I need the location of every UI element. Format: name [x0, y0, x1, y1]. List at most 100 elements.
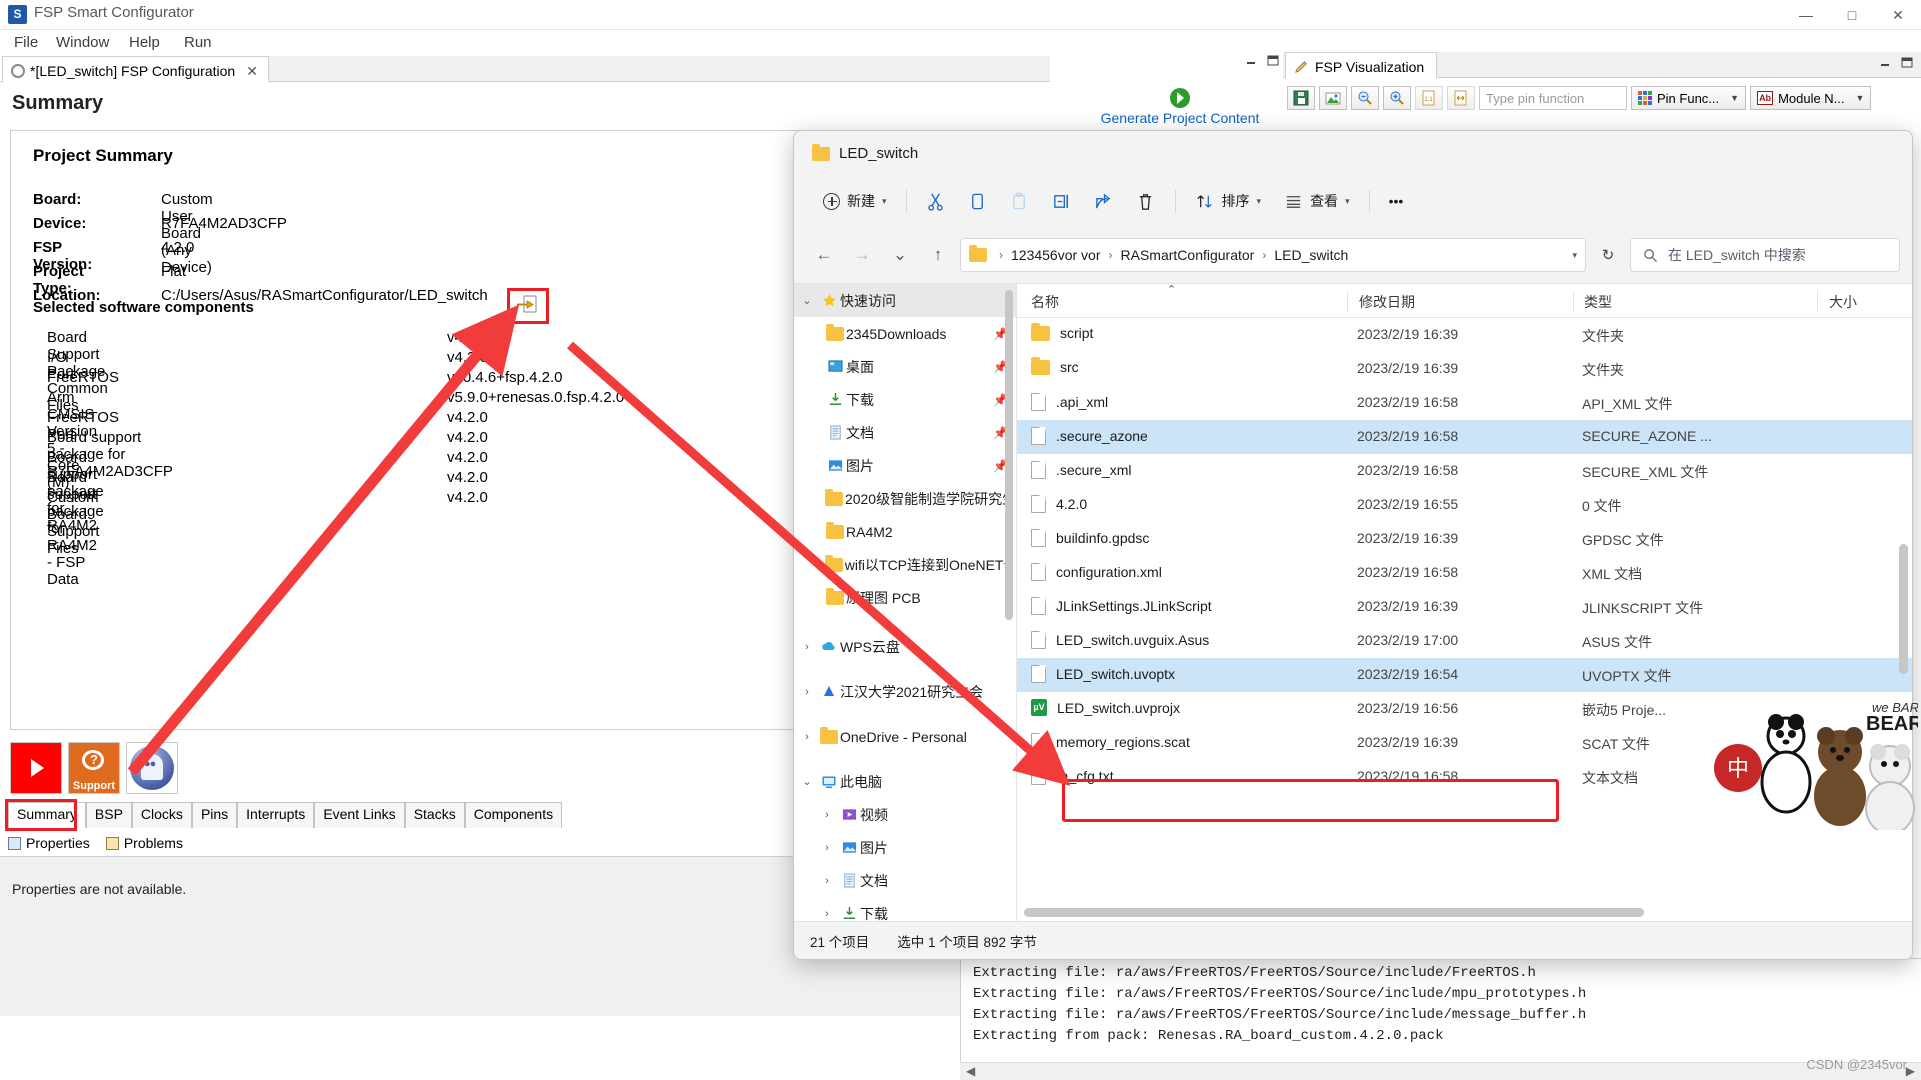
- address-breadcrumb[interactable]: › 123456vor vor › RASmartConfigurator › …: [960, 238, 1586, 272]
- support-button[interactable]: Support: [68, 742, 120, 794]
- back-button[interactable]: ←: [808, 239, 840, 271]
- export-image-icon[interactable]: [1319, 86, 1347, 110]
- table-row[interactable]: LED_switch.uvoptx 2023/2/19 16:54 UVOPTX…: [1017, 658, 1912, 692]
- chevron-right-icon[interactable]: ›: [796, 641, 818, 653]
- nav-item-videos[interactable]: › 视频: [794, 798, 1016, 831]
- column-divider[interactable]: [1817, 291, 1818, 311]
- scrollbar-thumb[interactable]: [1024, 908, 1644, 917]
- editor-maximize-icon[interactable]: [1267, 54, 1279, 66]
- menu-window[interactable]: Window: [50, 33, 115, 52]
- search-input[interactable]: 在 LED_switch 中搜索: [1630, 238, 1900, 272]
- tab-bsp[interactable]: BSP: [85, 802, 132, 828]
- docs-button[interactable]: ●●: [126, 742, 178, 794]
- delete-button[interactable]: [1125, 183, 1167, 219]
- cut-button[interactable]: [915, 183, 957, 219]
- nav-item-pictures[interactable]: 图片 📌: [794, 449, 1016, 482]
- new-button[interactable]: 新建 ▾: [812, 183, 898, 219]
- nav-item-downloads-pc[interactable]: › 下载: [794, 897, 1016, 924]
- column-header-name[interactable]: 名称: [1031, 292, 1059, 312]
- breadcrumb-item-2[interactable]: LED_switch: [1274, 247, 1348, 263]
- chevron-right-icon[interactable]: ›: [796, 731, 818, 743]
- nav-item-schematic-pcb[interactable]: 原理图 PCB: [794, 581, 1016, 614]
- menu-run[interactable]: Run: [178, 33, 218, 52]
- menu-help[interactable]: Help: [123, 33, 166, 52]
- youtube-button[interactable]: [10, 742, 62, 794]
- copy-button[interactable]: [957, 183, 999, 219]
- chevron-down-icon[interactable]: ⌄: [796, 294, 818, 307]
- chevron-right-icon[interactable]: ›: [816, 809, 838, 821]
- menu-file[interactable]: File: [8, 33, 44, 52]
- tab-stacks[interactable]: Stacks: [404, 802, 465, 828]
- close-icon[interactable]: ✕: [246, 63, 258, 80]
- table-row[interactable]: configuration.xml 2023/2/19 16:58 XML 文档: [1017, 556, 1912, 590]
- zoom-in-icon[interactable]: [1383, 86, 1411, 110]
- nav-item-quick-access[interactable]: ⌄ 快速访问: [794, 284, 1016, 317]
- nav-item-desktop[interactable]: 桌面 📌: [794, 350, 1016, 383]
- scrollbar-thumb[interactable]: [1005, 290, 1013, 620]
- nav-item-grad-folder[interactable]: 2020级智能制造学院研究生: [794, 482, 1016, 515]
- column-divider[interactable]: [1347, 291, 1348, 311]
- nav-item-ra4m2[interactable]: RA4M2: [794, 515, 1016, 548]
- nav-item-2345downloads[interactable]: 2345Downloads 📌: [794, 317, 1016, 350]
- table-row[interactable]: buildinfo.gpdsc 2023/2/19 16:39 GPDSC 文件: [1017, 522, 1912, 556]
- table-row[interactable]: .secure_azone 2023/2/19 16:58 SECURE_AZO…: [1017, 420, 1912, 454]
- tab-event-links[interactable]: Event Links: [314, 802, 405, 828]
- zoom-actual-icon[interactable]: 1:1: [1415, 86, 1443, 110]
- editor-tab-led-switch[interactable]: *[LED_switch] FSP Configuration ✕: [2, 56, 269, 82]
- tab-fsp-visualization[interactable]: FSP Visualization: [1285, 52, 1438, 78]
- save-icon[interactable]: [1287, 86, 1315, 110]
- breadcrumb-item-0[interactable]: 123456vor vor: [1011, 247, 1101, 263]
- nav-item-documents[interactable]: 文档 📌: [794, 416, 1016, 449]
- zoom-out-icon[interactable]: [1351, 86, 1379, 110]
- column-header-date[interactable]: 修改日期: [1359, 292, 1415, 312]
- scrollbar-thumb[interactable]: [1899, 544, 1908, 674]
- share-button[interactable]: [1083, 183, 1125, 219]
- chevron-right-icon[interactable]: ›: [816, 842, 838, 854]
- table-row[interactable]: LED_switch.uvguix.Asus 2023/2/19 17:00 A…: [1017, 624, 1912, 658]
- tab-clocks[interactable]: Clocks: [131, 802, 192, 828]
- scroll-right-icon[interactable]: ▶: [1906, 1064, 1915, 1078]
- table-row[interactable]: src 2023/2/19 16:39 文件夹: [1017, 352, 1912, 386]
- editor-minimize-icon[interactable]: [1245, 54, 1257, 66]
- nav-item-documents-pc[interactable]: › 文档: [794, 864, 1016, 897]
- forward-button[interactable]: →: [846, 239, 878, 271]
- generate-project-content-link[interactable]: Generate Project Content: [1085, 88, 1275, 126]
- pin-function-dropdown[interactable]: Pin Func... ▼: [1631, 86, 1747, 110]
- minimize-button[interactable]: —: [1783, 0, 1829, 30]
- tab-interrupts[interactable]: Interrupts: [237, 802, 315, 828]
- nav-item-onedrive-personal[interactable]: › OneDrive - Personal: [794, 720, 1016, 753]
- more-options-button[interactable]: •••: [1378, 183, 1415, 219]
- chevron-right-icon[interactable]: ›: [816, 908, 838, 920]
- sort-button[interactable]: 排序 ▾: [1184, 183, 1273, 219]
- paste-button[interactable]: [999, 183, 1041, 219]
- nav-item-wps-cloud[interactable]: › WPS云盘: [794, 630, 1016, 663]
- column-divider[interactable]: [1573, 291, 1574, 311]
- nav-item-downloads[interactable]: 下载 📌: [794, 383, 1016, 416]
- navigation-scrollbar[interactable]: [1005, 290, 1013, 770]
- view-tab-properties[interactable]: Properties: [8, 835, 90, 851]
- tab-pins[interactable]: Pins: [191, 802, 238, 828]
- nav-item-this-pc[interactable]: ⌄ 此电脑: [794, 765, 1016, 798]
- tab-components[interactable]: Components: [464, 802, 563, 828]
- breadcrumb-item-1[interactable]: RASmartConfigurator: [1121, 247, 1255, 263]
- recent-locations-button[interactable]: ⌄: [884, 239, 916, 271]
- up-button[interactable]: ↑: [922, 239, 954, 271]
- nav-item-pictures-pc[interactable]: › 图片: [794, 831, 1016, 864]
- table-row[interactable]: JLinkSettings.JLinkScript 2023/2/19 16:3…: [1017, 590, 1912, 624]
- console-horizontal-scrollbar[interactable]: ◀ ▶: [960, 1062, 1921, 1080]
- view-tab-problems[interactable]: Problems: [105, 835, 183, 851]
- scroll-left-icon[interactable]: ◀: [966, 1064, 975, 1078]
- nav-item-jianghan-university[interactable]: › 江汉大学2021研究生会: [794, 675, 1016, 708]
- chevron-right-icon[interactable]: ›: [816, 875, 838, 887]
- maximize-button[interactable]: □: [1829, 0, 1875, 30]
- table-row[interactable]: .secure_xml 2023/2/19 16:58 SECURE_XML 文…: [1017, 454, 1912, 488]
- module-name-dropdown[interactable]: Ab Module N... ▼: [1750, 86, 1872, 110]
- table-row[interactable]: script 2023/2/19 16:39 文件夹: [1017, 318, 1912, 352]
- chevron-down-icon[interactable]: ▾: [1572, 250, 1577, 261]
- rename-button[interactable]: [1041, 183, 1083, 219]
- table-row[interactable]: 4.2.0 2023/2/19 16:55 0 文件: [1017, 488, 1912, 522]
- column-header-size[interactable]: 大小: [1829, 292, 1857, 312]
- pin-function-input[interactable]: Type pin function: [1479, 86, 1627, 110]
- zoom-fit-icon[interactable]: [1447, 86, 1475, 110]
- column-header-type[interactable]: 类型: [1584, 292, 1612, 312]
